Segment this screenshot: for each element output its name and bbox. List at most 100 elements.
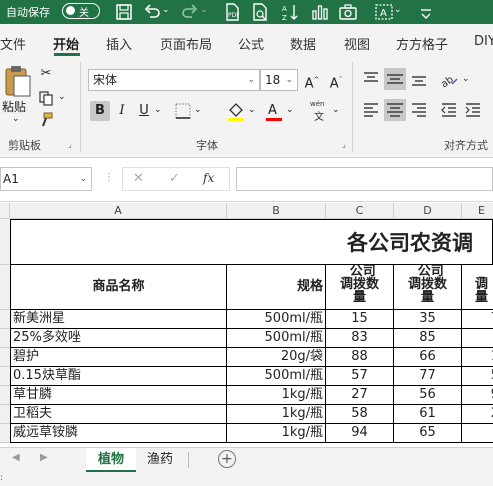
font-launcher-icon[interactable]: ⌟ [342, 140, 346, 149]
tab-home[interactable]: 开始 [53, 34, 79, 53]
cell-name[interactable]: 25%多效唑 [10, 329, 227, 348]
undo-icon[interactable] [142, 2, 162, 22]
increase-indent-icon[interactable] [464, 101, 482, 119]
fill-color-dropdown-icon[interactable]: ⌄ [248, 105, 256, 115]
cell-e[interactable]: 2 [462, 405, 493, 424]
row-header[interactable] [0, 386, 10, 405]
row-header[interactable] [0, 405, 10, 424]
cell-name[interactable]: 碧护 [10, 348, 227, 367]
row-header[interactable] [0, 265, 10, 310]
cell-spec[interactable]: 20g/袋 [227, 348, 326, 367]
decrease-font-size-button[interactable]: Aˇ [326, 70, 346, 91]
tab-fangfang[interactable]: 方方格子 [396, 34, 448, 53]
tab-data[interactable]: 数据 [290, 34, 316, 53]
row-header[interactable] [0, 367, 10, 386]
row-header[interactable] [0, 219, 10, 265]
font-color-dropdown-icon[interactable]: ⌄ [286, 105, 294, 115]
paste-dropdown-icon[interactable]: ⌄ [12, 114, 20, 124]
row-header[interactable] [0, 310, 10, 329]
cell-d[interactable]: 65 [394, 424, 462, 443]
scroll-left-icon[interactable]: ◀ [12, 452, 20, 463]
cell-e[interactable] [462, 424, 493, 443]
column-header-b[interactable]: B [227, 203, 326, 219]
enter-icon[interactable]: ✓ [169, 171, 180, 186]
cell-e[interactable]: 9 [462, 386, 493, 405]
align-top-icon[interactable] [362, 70, 380, 88]
autosave-toggle[interactable]: 关 [62, 3, 100, 19]
sort-icon[interactable]: AZ [280, 2, 300, 22]
cell-name[interactable]: 卫稻夫 [10, 405, 227, 424]
align-center-icon[interactable] [384, 99, 406, 121]
cut-icon[interactable]: ✂ [36, 64, 56, 84]
clipboard-launcher-icon[interactable]: ⌟ [68, 140, 72, 149]
align-middle-icon[interactable] [384, 68, 406, 90]
cell-d[interactable]: 61 [394, 405, 462, 424]
bold-button[interactable]: B [90, 101, 110, 121]
redo-dropdown-icon[interactable]: ⌄ [200, 5, 208, 15]
cell-d[interactable]: 85 [394, 329, 462, 348]
align-bottom-icon[interactable] [410, 70, 428, 88]
header-product-name[interactable]: 商品名称 [10, 265, 227, 310]
tab-file[interactable]: 文件 [0, 34, 26, 53]
font-color-icon[interactable]: A [264, 100, 284, 122]
cell-d[interactable]: 56 [394, 386, 462, 405]
cell-spec[interactable]: 1kg/瓶 [227, 405, 326, 424]
insert-function-icon[interactable]: fx [203, 171, 214, 185]
pdf-export-icon[interactable]: PDF [222, 2, 242, 22]
cell-name[interactable]: 新美洲星 [10, 310, 227, 329]
phonetic-guide-icon[interactable]: 文 [314, 108, 324, 123]
column-header-c[interactable]: C [326, 203, 394, 219]
paste-label[interactable]: 粘贴 [2, 98, 26, 115]
cell-name[interactable]: 威远草铵膦 [10, 424, 227, 443]
tab-page-layout[interactable]: 页面布局 [160, 34, 212, 53]
cell-spec[interactable]: 500ml/瓶 [227, 329, 326, 348]
camera-icon[interactable] [338, 2, 358, 22]
align-left-icon[interactable] [362, 101, 380, 119]
cell-c[interactable]: 57 [326, 367, 394, 386]
cell-e[interactable]: 5 [462, 367, 493, 386]
font-name-select[interactable]: 宋体 ⌄ [88, 69, 260, 91]
text-box-icon[interactable]: A [374, 2, 394, 22]
orientation-dropdown-icon[interactable]: ⌄ [462, 74, 470, 84]
header-transfer-qty-d[interactable]: _公司 调拨数 量 [394, 265, 462, 310]
save-icon[interactable] [114, 2, 134, 22]
name-box[interactable]: A1 ⌄ [0, 167, 92, 191]
sheet-tab-plants[interactable]: 植物 [86, 448, 136, 472]
text-box-dropdown-icon[interactable]: ⌄ [394, 5, 402, 15]
add-sheet-icon[interactable]: + [218, 450, 236, 468]
borders-icon[interactable] [174, 102, 192, 120]
font-size-select[interactable]: 18 ⌄ [260, 69, 298, 91]
row-header[interactable] [0, 329, 10, 348]
increase-font-size-button[interactable]: A^ [302, 70, 322, 91]
cell-d[interactable]: 77 [394, 367, 462, 386]
cell-c[interactable]: 94 [326, 424, 394, 443]
cell-name[interactable]: 0.15炔草酯 [10, 367, 227, 386]
format-painter-icon[interactable] [38, 112, 54, 128]
formula-bar-splitter-icon[interactable]: ⋮ [104, 172, 114, 183]
italic-button[interactable]: I [112, 101, 132, 121]
cell-e[interactable]: 1 [462, 348, 493, 367]
cell-d[interactable]: 35 [394, 310, 462, 329]
tab-insert[interactable]: 插入 [106, 34, 132, 53]
phonetic-dropdown-icon[interactable]: ⌄ [332, 105, 340, 115]
underline-button[interactable]: U [134, 101, 154, 121]
customize-quick-access-icon[interactable] [416, 2, 436, 22]
tab-diy[interactable]: DIY [474, 34, 493, 49]
cell-c[interactable]: 27 [326, 386, 394, 405]
column-header-e[interactable]: E [462, 203, 493, 219]
cell-d[interactable]: 66 [394, 348, 462, 367]
tab-view[interactable]: 视图 [344, 34, 370, 53]
row-header[interactable] [0, 348, 10, 367]
decrease-indent-icon[interactable] [440, 101, 458, 119]
cell-spec[interactable]: 1kg/瓶 [227, 386, 326, 405]
underline-dropdown-icon[interactable]: ⌄ [154, 105, 162, 115]
undo-dropdown-icon[interactable]: ⌄ [162, 5, 170, 15]
cell-spec[interactable]: 500ml/瓶 [227, 367, 326, 386]
header-transfer-qty-c[interactable]: _公司 调拨数 量 [326, 265, 394, 310]
chart-icon[interactable] [310, 2, 330, 22]
align-right-icon[interactable] [410, 101, 428, 119]
paste-icon[interactable] [2, 64, 32, 98]
tab-formulas[interactable]: 公式 [238, 34, 264, 53]
cell-spec[interactable]: 1kg/瓶 [227, 424, 326, 443]
scroll-right-icon[interactable]: ▶ [40, 452, 48, 463]
